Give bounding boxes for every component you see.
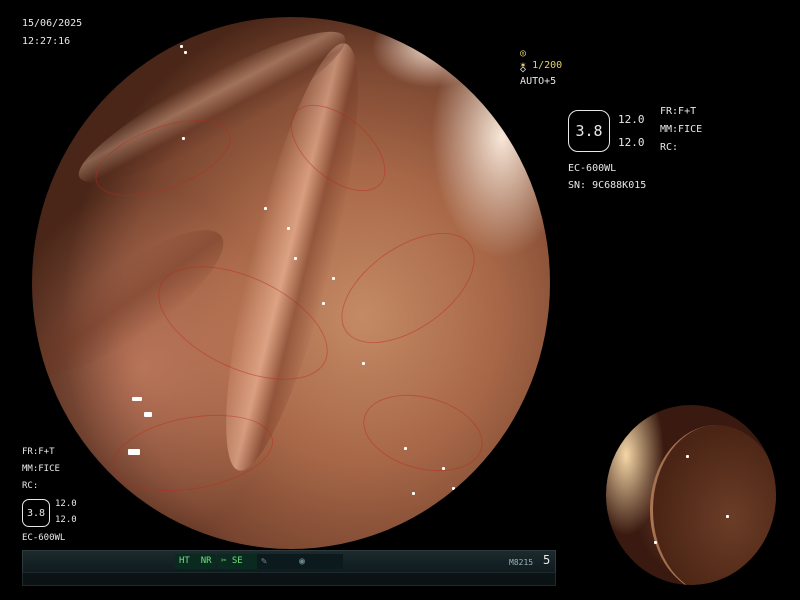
specular-highlight	[452, 487, 455, 490]
auto-exposure-icon: ◇	[520, 64, 527, 75]
specular-highlight	[332, 277, 335, 280]
record-icon[interactable]: ◉	[295, 554, 343, 569]
specular-highlight	[144, 412, 152, 417]
specular-highlight	[140, 517, 143, 520]
mm-setting-left: MM:FICE	[22, 464, 60, 474]
time-text: 12:27:16	[22, 36, 71, 47]
zoom-value-top: 12.0	[618, 113, 645, 126]
zoom-value-bottom: 12.0	[618, 136, 645, 149]
endoscope-secondary-view	[606, 405, 776, 585]
scope-serial: SN: 9C688K015	[568, 180, 647, 191]
endoscope-main-view	[32, 17, 550, 549]
status-bar-lower	[22, 572, 556, 586]
se-indicator[interactable]: ✂ SE	[217, 554, 261, 569]
zoom-value-bottom-left: 12.0	[55, 515, 77, 525]
specular-highlight	[264, 207, 267, 210]
specular-highlight	[180, 45, 183, 48]
blood-vessel	[322, 210, 494, 366]
specular-highlight	[362, 362, 365, 365]
fr-setting: FR:F+T	[660, 106, 697, 117]
specular-highlight	[322, 302, 325, 305]
date-text: 15/06/2025	[22, 18, 83, 29]
specular-highlight	[404, 447, 407, 450]
scale-indicator: 3.8	[568, 110, 610, 152]
specular-highlight	[686, 455, 689, 458]
specular-highlight	[654, 541, 657, 544]
scissors-icon: ✂	[221, 556, 227, 566]
specular-highlight	[182, 137, 185, 140]
image-number: 5	[543, 553, 551, 567]
specular-highlight	[132, 397, 142, 401]
specular-highlight	[287, 227, 290, 230]
specular-highlight	[442, 467, 445, 470]
rc-setting: RC:	[660, 142, 679, 153]
scope-model: EC-600WL	[568, 163, 617, 174]
rc-setting-left: RC:	[22, 481, 39, 491]
mucosal-fold	[650, 425, 776, 585]
fr-setting-left: FR:F+T	[22, 447, 55, 457]
scale-indicator-left: 3.8	[22, 499, 50, 527]
specular-highlight	[184, 51, 187, 54]
device-code: M8215	[509, 558, 534, 567]
mm-setting: MM:FICE	[660, 124, 703, 135]
specular-highlight	[462, 505, 465, 508]
specular-highlight	[412, 492, 415, 495]
scope-model-left: EC-600WL	[22, 533, 66, 543]
specular-highlight	[726, 515, 729, 518]
specular-highlight	[128, 449, 140, 455]
zoom-value-top-left: 12.0	[55, 499, 77, 509]
pen-icon[interactable]: ✎	[257, 554, 297, 569]
specular-highlight	[294, 257, 297, 260]
blood-vessel	[354, 382, 492, 484]
status-bar: HT NR ✂ SE ✎ ◉ M8215 5	[22, 550, 556, 574]
auto-exposure: ◇ AUTO+5	[520, 64, 557, 87]
ht-nr-indicator[interactable]: HT NR	[175, 554, 216, 569]
